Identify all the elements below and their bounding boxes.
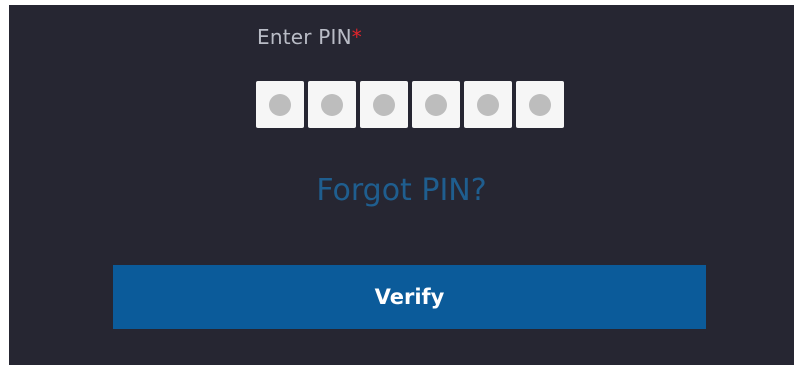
verify-button[interactable]: Verify <box>113 265 706 329</box>
pin-field-label: Enter PIN* <box>257 25 362 49</box>
pin-digit-2-input[interactable] <box>308 81 356 128</box>
pin-digit-4-input[interactable] <box>412 81 460 128</box>
pin-dot-icon <box>529 93 551 116</box>
pin-verification-panel: Enter PIN* Forgot PIN? Verify <box>9 5 794 365</box>
pin-digit-1-input[interactable] <box>256 81 304 128</box>
pin-digit-3-input[interactable] <box>360 81 408 128</box>
pin-label-text: Enter PIN <box>257 25 352 49</box>
required-marker: * <box>351 25 362 49</box>
pin-dot-icon <box>373 93 395 116</box>
pin-dot-icon <box>321 93 343 116</box>
pin-dot-icon <box>477 93 499 116</box>
pin-dot-icon <box>269 93 291 116</box>
pin-digit-5-input[interactable] <box>464 81 512 128</box>
pin-dot-icon <box>425 93 447 116</box>
pin-digit-6-input[interactable] <box>516 81 564 128</box>
forgot-pin-link[interactable]: Forgot PIN? <box>9 173 794 208</box>
pin-input-group <box>256 81 564 128</box>
